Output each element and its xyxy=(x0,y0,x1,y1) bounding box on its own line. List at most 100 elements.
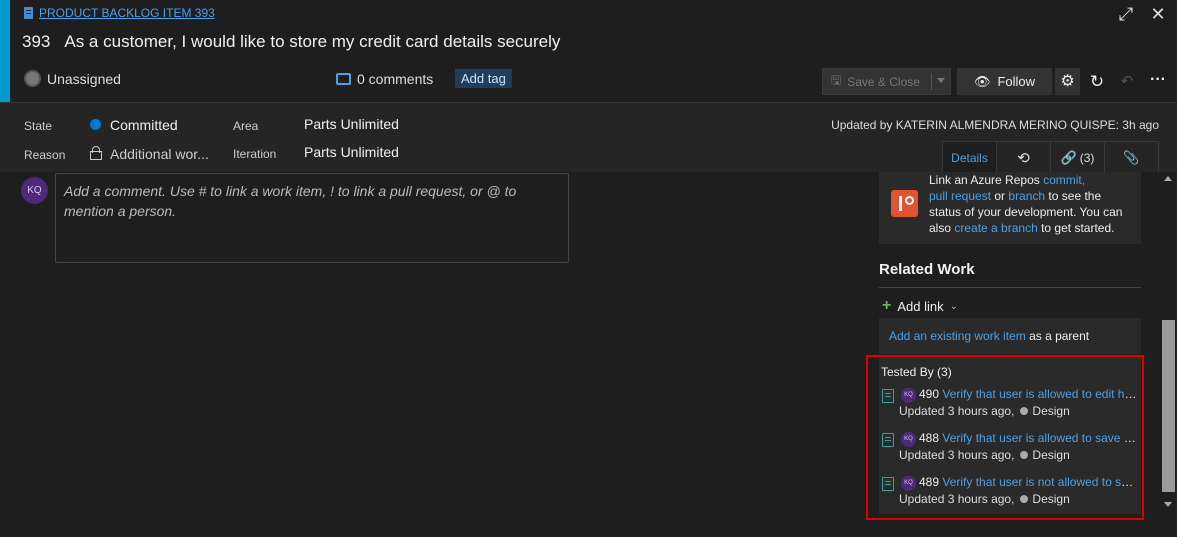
avatar: KQ xyxy=(901,476,916,491)
work-item-body: KQ Add a comment. Use # to link a work i… xyxy=(0,172,1177,537)
work-item-type-color-bar xyxy=(0,0,10,102)
branch-link[interactable]: branch xyxy=(1008,189,1045,203)
plus-icon: + xyxy=(882,297,892,314)
add-existing-work-item-link[interactable]: Add an existing work item xyxy=(889,329,1026,343)
development-section: Link an Azure Repos commit, pull request… xyxy=(879,172,1141,244)
more-actions-icon[interactable]: ··· xyxy=(1147,68,1169,95)
scroll-down-icon[interactable] xyxy=(1164,502,1172,507)
chevron-down-icon: ⌄ xyxy=(949,300,958,312)
related-work-title: Related Work xyxy=(879,261,975,278)
window-controls: ⤢ ✕ xyxy=(1117,4,1167,24)
tab-attachments[interactable]: 📎 xyxy=(1105,142,1158,173)
commit-link[interactable]: commit, xyxy=(1043,173,1085,187)
work-item-id: 490 xyxy=(919,387,940,401)
right-pane-scrollbar[interactable] xyxy=(1160,172,1177,537)
state-text: Design xyxy=(1032,492,1070,506)
dev-text-1: Link an Azure Repos xyxy=(929,173,1044,187)
work-item-id: 488 xyxy=(919,431,940,445)
links-count: (3) xyxy=(1079,150,1095,165)
state-dot-icon xyxy=(1020,495,1029,503)
refresh-icon[interactable]: ↻ xyxy=(1086,68,1108,95)
comments-link[interactable]: 0 comments xyxy=(336,71,433,87)
comment-input[interactable]: Add a comment. Use # to link a work item… xyxy=(55,173,569,263)
expand-icon[interactable]: ⤢ xyxy=(1117,4,1135,24)
add-link-label: Add link xyxy=(897,298,944,314)
state-text: Design xyxy=(1032,404,1070,418)
work-item-link[interactable]: 489 Verify that user is not allowed to s… xyxy=(919,475,1139,489)
work-item-title[interactable]: Verify that user is allowed to edit his … xyxy=(942,387,1139,401)
area-label: Area xyxy=(233,119,259,133)
avatar: KQ xyxy=(901,432,916,447)
work-item-link[interactable]: 490 Verify that user is allowed to edit … xyxy=(919,387,1139,401)
eye-icon: 👁 xyxy=(973,73,991,89)
pull-request-link[interactable]: pull request xyxy=(929,189,991,203)
git-branch-icon xyxy=(891,190,918,217)
unassigned-avatar-icon xyxy=(24,70,41,87)
work-item-title[interactable]: Verify that user is not allowed to save … xyxy=(942,475,1139,489)
close-icon[interactable]: ✕ xyxy=(1149,4,1167,24)
work-item-fields: State Committed Reason Additional wor...… xyxy=(0,102,1177,173)
chevron-down-icon[interactable] xyxy=(937,78,945,83)
state-dropdown[interactable]: Committed xyxy=(110,117,178,133)
iteration-label: Iteration xyxy=(233,147,277,161)
list-item[interactable]: KQ 488 Verify that user is allowed to sa… xyxy=(879,431,1141,471)
meta-row: Unassigned 0 comments Add tag 🖫 Save & C… xyxy=(24,68,1177,95)
avatar: KQ xyxy=(901,388,916,403)
state-dot-icon xyxy=(90,119,101,130)
updated-text: Updated 3 hours ago, xyxy=(899,492,1015,506)
scroll-up-icon[interactable] xyxy=(1164,176,1172,181)
comment-icon xyxy=(336,73,351,85)
avatar: KQ xyxy=(21,177,48,204)
tab-details-label: Details xyxy=(951,150,988,165)
development-text: Link an Azure Repos commit, pull request… xyxy=(929,172,1134,236)
test-case-icon xyxy=(882,477,894,491)
work-item-title[interactable]: 393 As a customer, I would like to store… xyxy=(22,32,560,52)
create-branch-link[interactable]: create a branch xyxy=(954,221,1037,235)
iteration-value[interactable]: Parts Unlimited xyxy=(304,144,399,160)
work-item-type-link[interactable]: PRODUCT BACKLOG ITEM 393 xyxy=(39,6,215,20)
work-item-status: Updated 3 hours ago, Design xyxy=(899,404,1070,418)
backlog-item-icon xyxy=(24,7,33,19)
paperclip-icon: 📎 xyxy=(1123,149,1140,165)
work-item-header: PRODUCT BACKLOG ITEM 393 ⤢ ✕ 393 As a cu… xyxy=(10,0,1177,102)
assignee-picker[interactable]: Unassigned xyxy=(24,70,121,87)
save-divider xyxy=(931,73,932,90)
history-icon: ⟲ xyxy=(1017,149,1030,167)
tab-details[interactable]: Details xyxy=(943,142,997,173)
work-item-title-text[interactable]: As a customer, I would like to store my … xyxy=(64,32,560,52)
work-item-status: Updated 3 hours ago, Design xyxy=(899,448,1070,462)
work-item-id: 489 xyxy=(919,475,940,489)
scroll-thumb[interactable] xyxy=(1162,320,1175,492)
work-item-link[interactable]: 488 Verify that user is allowed to save … xyxy=(919,431,1139,445)
tab-history[interactable]: ⟲ xyxy=(997,142,1051,173)
list-item[interactable]: KQ 489 Verify that user is not allowed t… xyxy=(879,475,1141,515)
state-dot-icon xyxy=(1020,407,1029,415)
tab-links[interactable]: 🔗 (3) xyxy=(1051,142,1105,173)
add-link-button[interactable]: + Add link ⌄ xyxy=(882,297,958,315)
save-close-button[interactable]: 🖫 Save & Close xyxy=(822,68,951,95)
state-dot-icon xyxy=(1020,451,1029,459)
work-item-type-row: PRODUCT BACKLOG ITEM 393 xyxy=(24,6,215,20)
work-item-status: Updated 3 hours ago, Design xyxy=(899,492,1070,506)
add-parent-section: Add an existing work item as a parent xyxy=(879,318,1141,354)
updated-by-text[interactable]: Updated by KATERIN ALMENDRA MERINO QUISP… xyxy=(831,118,1159,132)
work-item-id: 393 xyxy=(22,32,51,51)
work-item-title[interactable]: Verify that user is allowed to save his … xyxy=(942,431,1139,445)
gear-icon[interactable]: ⚙ xyxy=(1055,68,1080,95)
comments-count: 0 comments xyxy=(357,71,434,87)
dev-text-2: or xyxy=(991,189,1009,203)
link-icon: 🔗 xyxy=(1060,149,1077,165)
follow-button[interactable]: 👁 Follow xyxy=(957,68,1052,95)
undo-icon[interactable]: ↶ xyxy=(1116,68,1138,95)
parent-suffix: as a parent xyxy=(1025,329,1090,343)
follow-label: Follow xyxy=(997,74,1036,89)
right-pane: Link an Azure Repos commit, pull request… xyxy=(866,172,1158,537)
tested-by-section: Tested By (3) KQ 490 Verify that user is… xyxy=(879,357,1141,514)
list-item[interactable]: KQ 490 Verify that user is allowed to ed… xyxy=(879,387,1141,427)
area-value[interactable]: Parts Unlimited xyxy=(304,116,399,132)
state-text: Design xyxy=(1032,448,1070,462)
tested-by-highlight: Tested By (3) KQ 490 Verify that user is… xyxy=(866,355,1144,520)
add-tag-button[interactable]: Add tag xyxy=(455,69,512,88)
details-tabs: Details ⟲ 🔗 (3) 📎 xyxy=(942,141,1159,173)
test-case-icon xyxy=(882,433,894,447)
